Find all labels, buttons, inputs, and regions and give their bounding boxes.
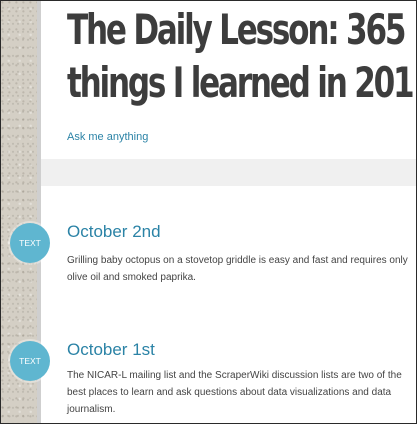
header-divider	[41, 159, 416, 186]
blog-title: The Daily Lesson: 365 things I learned i…	[67, 3, 417, 109]
post-body-october-1st: The NICAR-L mailing list and the Scraper…	[67, 370, 402, 415]
blog-title-line-2: things I learned in 2011	[67, 58, 417, 107]
text-post-badge[interactable]: TEXT	[10, 341, 50, 381]
text-post-badge[interactable]: TEXT	[10, 223, 50, 263]
post-october-2nd: TEXT October 2nd Grilling baby octopus o…	[10, 186, 416, 301]
blog-header: The Daily Lesson: 365 things I learned i…	[41, 1, 416, 159]
post-body-october-2nd: Grilling baby octopus on a stovetop grid…	[67, 255, 408, 283]
post-title-october-2nd[interactable]: October 2nd	[67, 222, 161, 242]
post-title-october-1st[interactable]: October 1st	[67, 340, 155, 360]
post-october-1st: TEXT October 1st The NICAR-L mailing lis…	[10, 301, 416, 423]
blog-title-line-1: The Daily Lesson: 365	[67, 5, 406, 54]
ask-me-anything-link[interactable]: Ask me anything	[67, 131, 148, 143]
blog-page: The Daily Lesson: 365 things I learned i…	[0, 0, 417, 424]
